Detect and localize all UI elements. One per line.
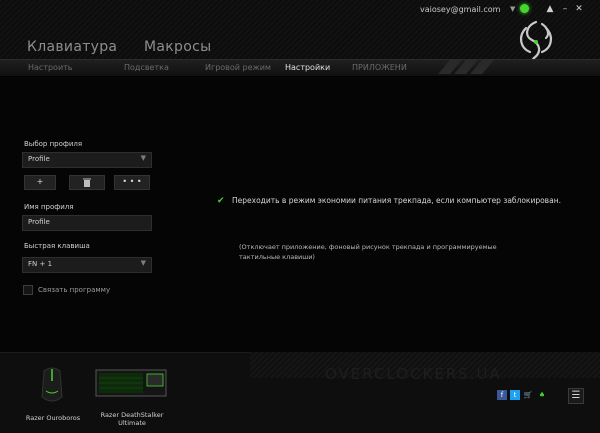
tab-keyboard[interactable]: Клавиатура	[27, 39, 117, 55]
chevron-down-icon: ▼	[140, 259, 146, 267]
profile-name-value: Profile	[28, 218, 50, 226]
facebook-icon[interactable]: f	[497, 390, 507, 400]
link-program-checkbox[interactable]	[23, 285, 33, 295]
more-options-button[interactable]: • • •	[114, 175, 150, 190]
profile-name-input[interactable]: Profile	[22, 215, 152, 231]
watermark-text: OVERCLOCKERS.UA	[325, 365, 502, 383]
add-profile-button[interactable]: +	[24, 175, 56, 190]
hotkey-select[interactable]: FN + 1 ▼	[22, 257, 152, 273]
keyboard-device-icon[interactable]	[95, 369, 167, 397]
profile-name-label: Имя профиля	[24, 203, 74, 211]
cart-icon[interactable]: 🛒	[523, 390, 533, 400]
razer-logo-icon[interactable]: ♠	[537, 390, 547, 400]
tab-lighting[interactable]: Подсветка	[124, 63, 169, 72]
tab-macros[interactable]: Макросы	[144, 39, 211, 55]
twitter-icon[interactable]: t	[510, 390, 520, 400]
tab-apps[interactable]: ПРИЛОЖЕНИ	[352, 63, 407, 72]
delete-profile-button[interactable]	[69, 175, 105, 190]
account-email[interactable]: vaiosey@gmail.com	[420, 5, 500, 14]
hotkey-label: Быстрая клавиша	[24, 242, 90, 250]
close-button[interactable]: ✕	[573, 3, 585, 15]
account-dropdown-icon[interactable]: ▼	[510, 5, 515, 13]
menu-button[interactable]: ☰	[568, 388, 584, 404]
tab-settings[interactable]: Настройки	[285, 63, 330, 72]
synapse-window: vaiosey@gmail.com ▼ ▲ – ✕ Клавиатура Мак…	[0, 0, 600, 433]
settings-icon[interactable]: ▲	[544, 3, 556, 15]
profile-select[interactable]: Profile ▼	[22, 152, 152, 168]
link-program-label: Связать программу	[38, 286, 111, 294]
device-name: Razer DeathStalker Ultimate	[100, 411, 164, 427]
tab-customize[interactable]: Настроить	[28, 63, 73, 72]
chevron-down-icon: ▼	[140, 154, 146, 162]
trash-icon	[83, 178, 91, 187]
profile-select-value: Profile	[28, 155, 50, 163]
tab-gaming-mode[interactable]: Игровой режим	[205, 63, 271, 72]
power-saving-note: (Отключает приложение, фоновый рисунок т…	[239, 243, 497, 261]
mouse-device-icon[interactable]	[36, 365, 68, 405]
power-saving-checkbox[interactable]: ✔	[217, 196, 225, 206]
online-status-icon	[520, 4, 529, 13]
power-saving-label: Переходить в режим экономии питания трек…	[232, 196, 561, 205]
minimize-button[interactable]: –	[559, 3, 571, 15]
device-name: Razer Ouroboros	[25, 414, 81, 422]
hotkey-select-value: FN + 1	[28, 260, 53, 268]
profile-select-label: Выбор профиля	[24, 140, 83, 148]
